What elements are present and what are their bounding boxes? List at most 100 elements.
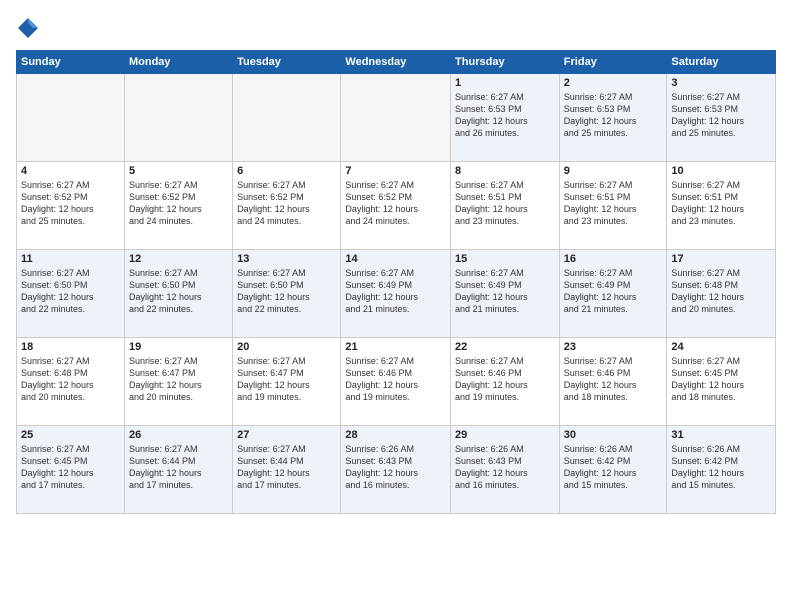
calendar-day-cell: 6 Sunrise: 6:27 AMSunset: 6:52 PMDaylight… [233,162,341,250]
calendar-day-cell: 30 Sunrise: 6:26 AMSunset: 6:42 PMDayligh… [559,426,667,514]
calendar-day-cell: 5 Sunrise: 6:27 AMSunset: 6:52 PMDaylight… [124,162,232,250]
calendar-day-cell: 24 Sunrise: 6:27 AMSunset: 6:45 PMDayligh… [667,338,776,426]
day-info: Sunrise: 6:27 AMSunset: 6:46 PMDaylight:… [455,355,555,404]
calendar-day-cell: 31 Sunrise: 6:26 AMSunset: 6:42 PMDayligh… [667,426,776,514]
day-number: 25 [21,429,120,441]
day-number: 5 [129,165,228,177]
day-number: 7 [345,165,446,177]
day-number: 12 [129,253,228,265]
calendar-day-cell: 28 Sunrise: 6:26 AMSunset: 6:43 PMDayligh… [341,426,451,514]
calendar-day-cell: 2 Sunrise: 6:27 AMSunset: 6:53 PMDaylight… [559,74,667,162]
day-info: Sunrise: 6:27 AMSunset: 6:51 PMDaylight:… [455,179,555,228]
day-number: 8 [455,165,555,177]
day-info: Sunrise: 6:27 AMSunset: 6:47 PMDaylight:… [237,355,336,404]
day-number: 4 [21,165,120,177]
day-number: 15 [455,253,555,265]
day-number: 27 [237,429,336,441]
calendar-day-cell [341,74,451,162]
calendar-day-cell: 8 Sunrise: 6:27 AMSunset: 6:51 PMDaylight… [451,162,560,250]
day-number: 18 [21,341,120,353]
day-number: 14 [345,253,446,265]
day-number: 21 [345,341,446,353]
day-number: 16 [564,253,663,265]
day-number: 1 [455,77,555,89]
day-number: 19 [129,341,228,353]
day-info: Sunrise: 6:27 AMSunset: 6:45 PMDaylight:… [671,355,771,404]
calendar-day-cell: 19 Sunrise: 6:27 AMSunset: 6:47 PMDayligh… [124,338,232,426]
calendar-day-cell: 25 Sunrise: 6:27 AMSunset: 6:45 PMDayligh… [17,426,125,514]
weekday-header-row: SundayMondayTuesdayWednesdayThursdayFrid… [17,51,776,74]
day-info: Sunrise: 6:27 AMSunset: 6:51 PMDaylight:… [564,179,663,228]
calendar-day-cell: 23Sunrise: 6:27 AMSunset: 6:46 PMDayligh… [559,338,667,426]
calendar-day-cell: 16 Sunrise: 6:27 AMSunset: 6:49 PMDayligh… [559,250,667,338]
calendar-day-cell: 13 Sunrise: 6:27 AMSunset: 6:50 PMDayligh… [233,250,341,338]
day-info: Sunrise: 6:27 AMSunset: 6:44 PMDaylight:… [129,443,228,492]
calendar-day-cell: 20Sunrise: 6:27 AMSunset: 6:47 PMDayligh… [233,338,341,426]
calendar-table: SundayMondayTuesdayWednesdayThursdayFrid… [16,50,776,514]
day-number: 28 [345,429,446,441]
day-number: 22 [455,341,555,353]
day-number: 26 [129,429,228,441]
calendar-page: SundayMondayTuesdayWednesdayThursdayFrid… [0,0,792,612]
header [16,16,776,40]
day-info: Sunrise: 6:27 AMSunset: 6:51 PMDaylight:… [671,179,771,228]
weekday-header-friday: Friday [559,51,667,74]
day-number: 11 [21,253,120,265]
calendar-week-row: 4 Sunrise: 6:27 AMSunset: 6:52 PMDaylight… [17,162,776,250]
calendar-week-row: 11 Sunrise: 6:27 AMSunset: 6:50 PMDayligh… [17,250,776,338]
day-number: 24 [671,341,771,353]
calendar-day-cell: 21 Sunrise: 6:27 AMSunset: 6:46 PMDayligh… [341,338,451,426]
weekday-header-thursday: Thursday [451,51,560,74]
calendar-day-cell: 18Sunrise: 6:27 AMSunset: 6:48 PMDayligh… [17,338,125,426]
day-number: 2 [564,77,663,89]
day-info: Sunrise: 6:26 AMSunset: 6:42 PMDaylight:… [564,443,663,492]
day-info: Sunrise: 6:27 AMSunset: 6:49 PMDaylight:… [564,267,663,316]
day-number: 10 [671,165,771,177]
day-number: 17 [671,253,771,265]
calendar-day-cell [124,74,232,162]
calendar-week-row: 1 Sunrise: 6:27 AMSunset: 6:53 PMDaylight… [17,74,776,162]
calendar-day-cell: 29 Sunrise: 6:26 AMSunset: 6:43 PMDayligh… [451,426,560,514]
day-info: Sunrise: 6:27 AMSunset: 6:52 PMDaylight:… [21,179,120,228]
day-info: Sunrise: 6:27 AMSunset: 6:53 PMDaylight:… [671,91,771,140]
calendar-day-cell: 27Sunrise: 6:27 AMSunset: 6:44 PMDayligh… [233,426,341,514]
day-info: Sunrise: 6:26 AMSunset: 6:43 PMDaylight:… [455,443,555,492]
calendar-day-cell: 1Sunrise: 6:27 AMSunset: 6:53 PMDaylight… [451,74,560,162]
day-info: Sunrise: 6:27 AMSunset: 6:50 PMDaylight:… [237,267,336,316]
calendar-day-cell: 26 Sunrise: 6:27 AMSunset: 6:44 PMDayligh… [124,426,232,514]
day-number: 29 [455,429,555,441]
calendar-day-cell: 11Sunrise: 6:27 AMSunset: 6:50 PMDayligh… [17,250,125,338]
weekday-header-monday: Monday [124,51,232,74]
calendar-day-cell [17,74,125,162]
day-info: Sunrise: 6:27 AMSunset: 6:47 PMDaylight:… [129,355,228,404]
day-info: Sunrise: 6:27 AMSunset: 6:52 PMDaylight:… [129,179,228,228]
day-info: Sunrise: 6:27 AMSunset: 6:52 PMDaylight:… [237,179,336,228]
calendar-day-cell: 3 Sunrise: 6:27 AMSunset: 6:53 PMDaylight… [667,74,776,162]
weekday-header-saturday: Saturday [667,51,776,74]
day-info: Sunrise: 6:27 AMSunset: 6:45 PMDaylight:… [21,443,120,492]
day-info: Sunrise: 6:27 AMSunset: 6:48 PMDaylight:… [671,267,771,316]
day-info: Sunrise: 6:27 AMSunset: 6:46 PMDaylight:… [564,355,663,404]
day-number: 30 [564,429,663,441]
day-number: 13 [237,253,336,265]
logo-icon [16,16,40,40]
day-number: 6 [237,165,336,177]
day-info: Sunrise: 6:27 AMSunset: 6:49 PMDaylight:… [455,267,555,316]
day-info: Sunrise: 6:26 AMSunset: 6:43 PMDaylight:… [345,443,446,492]
calendar-day-cell: 12 Sunrise: 6:27 AMSunset: 6:50 PMDayligh… [124,250,232,338]
day-number: 3 [671,77,771,89]
day-info: Sunrise: 6:27 AMSunset: 6:53 PMDaylight:… [564,91,663,140]
day-info: Sunrise: 6:26 AMSunset: 6:42 PMDaylight:… [671,443,771,492]
day-info: Sunrise: 6:27 AMSunset: 6:50 PMDaylight:… [129,267,228,316]
weekday-header-wednesday: Wednesday [341,51,451,74]
calendar-day-cell: 7 Sunrise: 6:27 AMSunset: 6:52 PMDaylight… [341,162,451,250]
calendar-week-row: 18Sunrise: 6:27 AMSunset: 6:48 PMDayligh… [17,338,776,426]
day-number: 31 [671,429,771,441]
weekday-header-sunday: Sunday [17,51,125,74]
calendar-day-cell: 4 Sunrise: 6:27 AMSunset: 6:52 PMDaylight… [17,162,125,250]
calendar-day-cell: 9Sunrise: 6:27 AMSunset: 6:51 PMDaylight… [559,162,667,250]
calendar-day-cell: 15 Sunrise: 6:27 AMSunset: 6:49 PMDayligh… [451,250,560,338]
day-info: Sunrise: 6:27 AMSunset: 6:52 PMDaylight:… [345,179,446,228]
day-info: Sunrise: 6:27 AMSunset: 6:46 PMDaylight:… [345,355,446,404]
calendar-day-cell: 14Sunrise: 6:27 AMSunset: 6:49 PMDayligh… [341,250,451,338]
